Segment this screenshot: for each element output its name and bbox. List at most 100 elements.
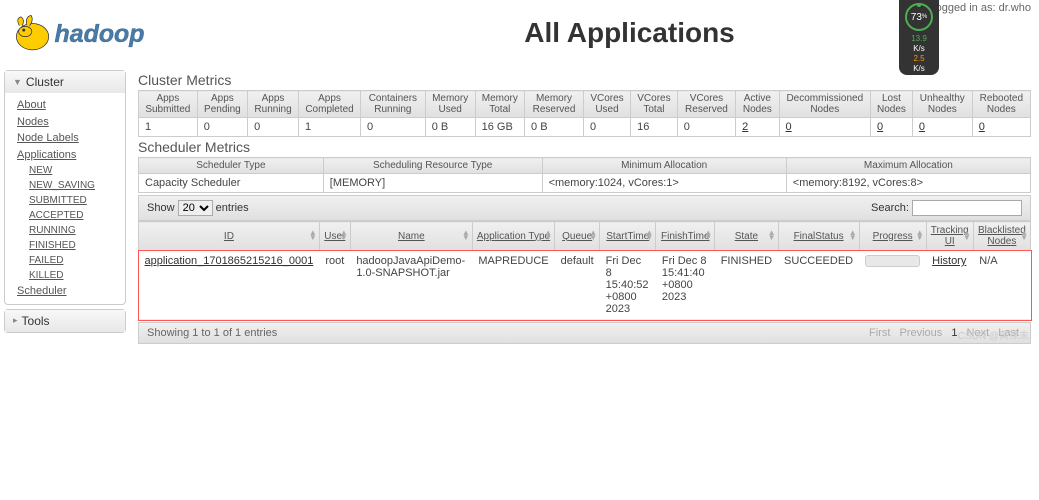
sidebar-link-submitted[interactable]: SUBMITTED (29, 193, 117, 208)
sidebar-link-failed[interactable]: FAILED (29, 253, 117, 268)
apps-column-header[interactable]: Tracking UI▲▼ (926, 222, 973, 251)
expand-icon: ▼ (13, 77, 22, 87)
sidebar-link-scheduler[interactable]: Scheduler (17, 283, 117, 300)
sort-icon: ▲▼ (340, 231, 348, 241)
sidebar: ▼ Cluster About Nodes Node Labels Applic… (0, 66, 130, 348)
sidebar-link-killed[interactable]: KILLED (29, 268, 117, 283)
monitor-widget: 73% 13.9K/s 2.5K/s (899, 0, 939, 75)
cluster-metric-header: VCores Reserved (677, 91, 735, 118)
cluster-metric-header: Apps Running (248, 91, 299, 118)
sidebar-link-nodes[interactable]: Nodes (17, 114, 117, 131)
sidebar-cluster-panel: ▼ Cluster About Nodes Node Labels Applic… (4, 70, 126, 305)
pager-prev[interactable]: Previous (899, 327, 942, 339)
apps-column-header[interactable]: Name▲▼ (350, 222, 472, 251)
cluster-metric-header: Apps Completed (299, 91, 361, 118)
sidebar-link-about[interactable]: About (17, 97, 117, 114)
scheduler-metric-value: Capacity Scheduler (139, 174, 324, 193)
sidebar-link-accepted[interactable]: ACCEPTED (29, 208, 117, 223)
scheduler-metric-header: Minimum Allocation (542, 158, 786, 174)
cluster-metric-header: Apps Pending (197, 91, 247, 118)
cell-name: hadoopJavaApiDemo-1.0-SNAPSHOT.jar (350, 251, 472, 320)
cell-queue: default (555, 251, 600, 320)
cluster-metric-value: 0 (871, 118, 913, 137)
sidebar-link-applications[interactable]: Applications (17, 147, 117, 164)
sidebar-link-new[interactable]: NEW (29, 163, 117, 178)
sidebar-link-node-labels[interactable]: Node Labels (17, 130, 117, 147)
metric-link[interactable]: 0 (919, 121, 925, 133)
table-footer: Showing 1 to 1 of 1 entries First Previo… (138, 322, 1031, 344)
entries-label: entries (216, 202, 249, 214)
scheduler-metrics-title: Scheduler Metrics (138, 139, 1031, 155)
apps-column-header[interactable]: Progress▲▼ (859, 222, 926, 251)
tracking-link[interactable]: History (932, 255, 966, 267)
search-label: Search: (871, 202, 909, 214)
sidebar-tools-panel: ▸ Tools (4, 309, 126, 333)
cluster-metric-header: Memory Reserved (525, 91, 584, 118)
cell-final: SUCCEEDED (778, 251, 859, 320)
collapse-icon: ▸ (13, 315, 18, 326)
cluster-metric-header: Apps Submitted (139, 91, 198, 118)
scheduler-metric-header: Scheduling Resource Type (323, 158, 542, 174)
cluster-metric-header: Memory Used (425, 91, 475, 118)
cluster-metric-value: 0 B (425, 118, 475, 137)
cluster-metric-value: 0 (197, 118, 247, 137)
sort-icon: ▲▼ (309, 231, 317, 241)
scheduler-metric-header: Maximum Allocation (786, 158, 1030, 174)
cluster-metric-header: VCores Total (631, 91, 678, 118)
monitor-percent: 73% (905, 3, 933, 31)
metric-link[interactable]: 0 (786, 121, 792, 133)
watermark: CSDN @黄沫末 (958, 327, 1029, 342)
cluster-metric-header: Lost Nodes (871, 91, 913, 118)
sidebar-link-running[interactable]: RUNNING (29, 223, 117, 238)
scheduler-metric-value: <memory:1024, vCores:1> (542, 174, 786, 193)
cluster-metric-header: Memory Total (475, 91, 524, 118)
scheduler-metric-value: <memory:8192, vCores:8> (786, 174, 1030, 193)
table-controls: Show 20 entries Search: (138, 195, 1031, 221)
sort-icon: ▲▼ (916, 231, 924, 241)
apps-column-header[interactable]: User▲▼ (319, 222, 350, 251)
cluster-metric-value: 0 (583, 118, 630, 137)
apps-column-header[interactable]: FinalStatus▲▼ (778, 222, 859, 251)
pager-first[interactable]: First (869, 327, 890, 339)
cell-tracking: History (926, 251, 973, 320)
sort-icon: ▲▼ (704, 231, 712, 241)
sort-icon: ▲▼ (963, 231, 971, 241)
apps-column-header[interactable]: StartTime▲▼ (600, 222, 656, 251)
metric-link[interactable]: 2 (742, 121, 748, 133)
sidebar-link-new-saving[interactable]: NEW_SAVING (29, 178, 117, 193)
cluster-metric-value: 16 (631, 118, 678, 137)
applications-table: ID▲▼User▲▼Name▲▼Application Type▲▼Queue▲… (138, 221, 1031, 320)
login-info: Logged in as: dr.who (929, 2, 1031, 14)
cluster-metrics-title: Cluster Metrics (138, 72, 1031, 88)
hadoop-logo[interactable]: hadoop (12, 8, 232, 58)
sidebar-link-finished[interactable]: FINISHED (29, 238, 117, 253)
page-size-select[interactable]: 20 (178, 200, 213, 216)
search-input[interactable] (912, 200, 1022, 216)
apps-column-header[interactable]: ID▲▼ (139, 222, 320, 251)
metric-link[interactable]: 0 (877, 121, 883, 133)
table-row: application_1701865215216_0001 roothadoop… (139, 251, 1031, 320)
show-label: Show (147, 202, 175, 214)
sidebar-cluster-header[interactable]: ▼ Cluster (5, 71, 125, 93)
cell-user: root (319, 251, 350, 320)
apps-column-header[interactable]: Blacklisted Nodes▲▼ (973, 222, 1030, 251)
sort-icon: ▲▼ (849, 231, 857, 241)
apps-column-header[interactable]: State▲▼ (715, 222, 778, 251)
sort-icon: ▲▼ (544, 231, 552, 241)
cluster-metric-value: 1 (299, 118, 361, 137)
cell-blacklisted: N/A (973, 251, 1030, 320)
app-id-link[interactable]: application_1701865215216_0001 (145, 255, 314, 267)
metric-link[interactable]: 0 (979, 121, 985, 133)
sort-icon: ▲▼ (1020, 231, 1028, 241)
pager-page[interactable]: 1 (951, 327, 957, 339)
apps-column-header[interactable]: Application Type▲▼ (472, 222, 554, 251)
scheduler-metric-header: Scheduler Type (139, 158, 324, 174)
content: Cluster Metrics Apps SubmittedApps Pendi… (130, 66, 1039, 348)
progress-bar (865, 255, 920, 267)
apps-column-header[interactable]: Queue▲▼ (555, 222, 600, 251)
apps-column-header[interactable]: FinishTime▲▼ (656, 222, 715, 251)
cluster-metric-header: Unhealthy Nodes (912, 91, 972, 118)
cell-id: application_1701865215216_0001 (139, 251, 320, 320)
cluster-metric-value: 1 (139, 118, 198, 137)
sidebar-tools-header[interactable]: ▸ Tools (5, 310, 125, 332)
